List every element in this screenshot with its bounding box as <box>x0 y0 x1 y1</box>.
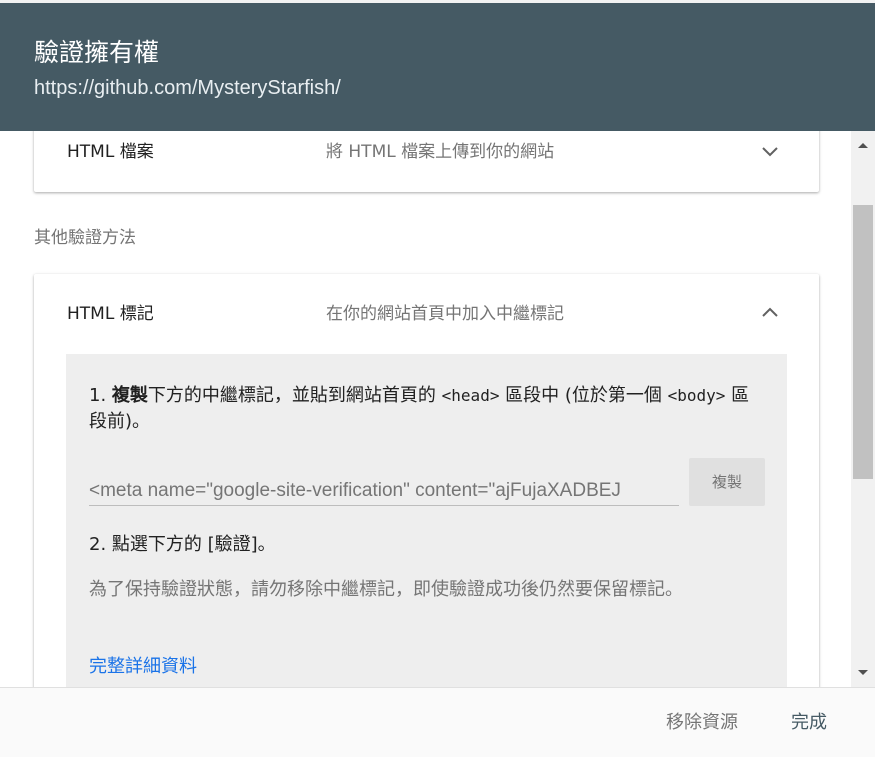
step-1-text-a: 下方的中繼標記，並貼到網站首頁的 <box>147 385 442 406</box>
property-url: https://github.com/MysteryStarfish/ <box>34 77 341 99</box>
done-button[interactable]: 完成 <box>791 710 827 736</box>
dialog-content: HTML 檔案 將 HTML 檔案上傳到你的網站 其他驗證方法 HTML 標記 … <box>0 131 851 687</box>
scroll-down-arrow-icon[interactable] <box>851 661 875 685</box>
step-1-text-b: 區段中 (位於第一個 <box>499 385 668 406</box>
other-methods-label: 其他驗證方法 <box>34 228 136 248</box>
method-description: 將 HTML 檔案上傳到你的網站 <box>326 142 555 162</box>
method-header-html-tag[interactable]: HTML 標記 在你的網站首頁中加入中繼標記 <box>34 293 819 333</box>
dialog-header: 驗證擁有權 https://github.com/MysteryStarfish… <box>0 3 875 131</box>
instructions-panel: 1. 複製下方的中繼標記，並貼到網站首頁的 <head> 區段中 (位於第一個 … <box>66 354 787 687</box>
step-number: 1. <box>89 385 107 406</box>
keep-tag-note: 為了保持驗證狀態，請勿移除中繼標記，即使驗證成功後仍然要保留標記。 <box>89 579 683 600</box>
scroll-up-arrow-icon[interactable] <box>851 133 875 157</box>
step-1-action: 複製 <box>111 385 148 406</box>
vertical-scrollbar[interactable] <box>851 131 875 687</box>
dialog-footer: 移除資源 完成 <box>0 687 875 757</box>
method-header-html-file[interactable]: HTML 檔案 將 HTML 檔案上傳到你的網站 <box>34 131 819 171</box>
method-description: 在你的網站首頁中加入中繼標記 <box>326 304 564 324</box>
method-name: HTML 檔案 <box>67 142 154 162</box>
copy-button[interactable]: 複製 <box>689 458 765 506</box>
chevron-down-icon[interactable] <box>760 141 780 161</box>
remove-property-button[interactable]: 移除資源 <box>666 710 738 736</box>
chevron-up-icon[interactable] <box>760 303 780 323</box>
method-card-html-file[interactable]: HTML 檔案 將 HTML 檔案上傳到你的網站 <box>34 131 819 192</box>
method-card-html-tag: HTML 標記 在你的網站首頁中加入中繼標記 1. 複製下方的中繼標記，並貼到網… <box>34 274 819 687</box>
full-details-link[interactable]: 完整詳細資料 <box>89 654 197 680</box>
step-1: 1. 複製下方的中繼標記，並貼到網站首頁的 <head> 區段中 (位於第一個 … <box>89 383 759 435</box>
step-2: 2. 點選下方的 [驗證]。 <box>89 534 276 555</box>
scrollbar-thumb[interactable] <box>853 205 873 479</box>
dialog-title: 驗證擁有權 <box>34 38 160 67</box>
meta-tag-field[interactable]: <meta name="google-site-verification" co… <box>89 477 679 506</box>
body-code: <body> <box>667 386 726 405</box>
verify-ownership-dialog: 驗證擁有權 https://github.com/MysteryStarfish… <box>0 0 875 757</box>
method-name: HTML 標記 <box>67 304 154 324</box>
head-code: <head> <box>441 386 500 405</box>
